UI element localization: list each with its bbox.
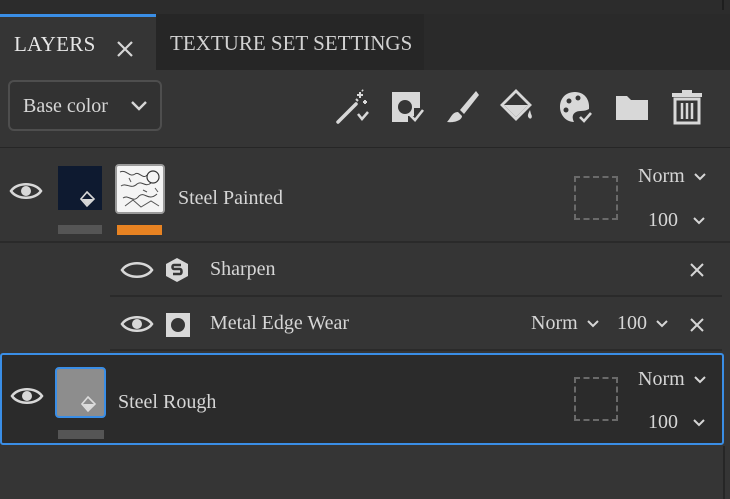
chevron-down-icon <box>693 376 706 384</box>
effect-row-metal-edge-wear[interactable]: Metal Edge Wear Norm 100 <box>110 297 722 351</box>
layer-swatch-bar <box>58 225 102 234</box>
eye-icon[interactable] <box>9 180 43 202</box>
opacity-dropdown[interactable]: 100 <box>617 312 669 335</box>
mask-placeholder[interactable] <box>574 377 618 421</box>
channel-value: Base color <box>23 95 108 117</box>
fill-bucket-icon <box>80 190 96 208</box>
tab-texture-set-settings[interactable]: TEXTURE SET SETTINGS <box>156 14 424 70</box>
top-bar <box>0 0 730 14</box>
eye-icon[interactable] <box>120 313 154 335</box>
add-paint-layer-icon[interactable] <box>443 88 481 126</box>
layer-stack-empty-area <box>0 446 730 499</box>
chevron-down-icon <box>656 320 668 328</box>
close-icon[interactable] <box>689 262 705 278</box>
fill-bucket-icon <box>81 395 97 413</box>
effect-name[interactable]: Metal Edge Wear <box>210 312 349 335</box>
opacity-value: 100 <box>648 411 678 433</box>
layers-toolbar: Base color <box>0 70 730 148</box>
blend-mode-value: Norm <box>531 312 578 334</box>
opacity-value: 100 <box>648 209 678 231</box>
close-icon[interactable] <box>115 39 135 59</box>
add-folder-icon[interactable] <box>613 88 651 126</box>
effect-row-sharpen[interactable]: Sharpen <box>110 243 722 297</box>
eye-icon[interactable] <box>10 385 44 407</box>
generator-icon <box>166 313 190 337</box>
add-smart-material-icon[interactable] <box>556 88 594 126</box>
tab-layers-label: LAYERS <box>14 32 96 56</box>
blend-mode-dropdown[interactable]: Norm <box>638 165 707 188</box>
scrollbar-rail[interactable] <box>723 446 725 499</box>
layer-name[interactable]: Steel Painted <box>178 187 283 210</box>
chevron-down-icon <box>131 101 147 111</box>
layer-color-swatch[interactable] <box>55 367 106 418</box>
opacity-dropdown[interactable]: 100 <box>648 209 706 232</box>
panel-tabs: LAYERS TEXTURE SET SETTINGS <box>0 14 730 70</box>
blend-mode-dropdown[interactable]: Norm <box>531 312 600 335</box>
layer-mask-indicator-bar <box>117 225 162 235</box>
tab-texture-label: TEXTURE SET SETTINGS <box>170 31 413 55</box>
add-effect-icon[interactable] <box>334 88 372 126</box>
tab-layers[interactable]: LAYERS <box>0 14 156 70</box>
top-bar-rail <box>722 0 724 10</box>
layer-row-steel-painted[interactable]: Steel Painted Norm 100 <box>0 149 730 243</box>
chevron-down-icon <box>693 217 705 225</box>
blend-mode-dropdown[interactable]: Norm <box>638 368 707 391</box>
chevron-down-icon <box>693 173 706 181</box>
material-thumbnail[interactable] <box>115 164 165 214</box>
add-mask-icon[interactable] <box>388 88 426 126</box>
layer-row-steel-rough[interactable]: Steel Rough Norm 100 <box>0 353 724 445</box>
sharpen-filter-icon <box>166 258 188 282</box>
add-fill-layer-icon[interactable] <box>498 88 536 126</box>
opacity-value: 100 <box>617 312 647 334</box>
opacity-dropdown[interactable]: 100 <box>648 411 706 434</box>
chevron-down-icon <box>586 320 599 328</box>
mask-placeholder[interactable] <box>574 176 618 220</box>
layer-swatch-bar <box>58 430 104 439</box>
layer-name[interactable]: Steel Rough <box>118 391 216 414</box>
blend-mode-value: Norm <box>638 165 685 187</box>
close-icon[interactable] <box>689 317 705 333</box>
blend-mode-value: Norm <box>638 368 685 390</box>
delete-layer-icon[interactable] <box>668 88 706 126</box>
eye-icon[interactable] <box>120 259 154 281</box>
chevron-down-icon <box>693 419 705 427</box>
material-thumbnail-image <box>117 166 163 212</box>
channel-dropdown[interactable]: Base color <box>8 80 162 131</box>
effect-name[interactable]: Sharpen <box>210 258 276 281</box>
layer-color-swatch[interactable] <box>58 166 102 210</box>
